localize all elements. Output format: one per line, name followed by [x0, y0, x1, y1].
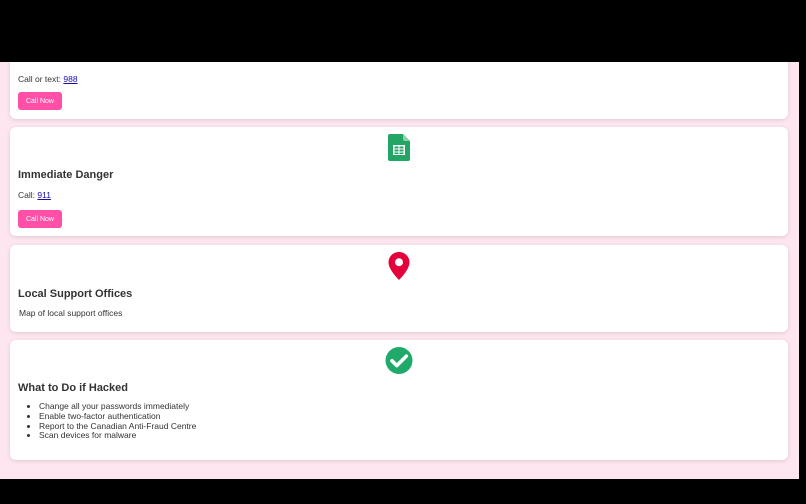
page-viewport: Call or text: 988 Call Now Immediate Dan… — [0, 62, 799, 479]
vertical-scrollbar[interactable] — [799, 62, 806, 479]
immediate-danger-card: Immediate Danger Call: 911 Call Now — [10, 127, 788, 236]
hacked-steps-list: Change all your passwords immediately En… — [18, 401, 196, 441]
map-pin-icon — [388, 252, 410, 280]
danger-call-now-button[interactable]: Call Now — [18, 210, 62, 228]
crisis-line-card: Call or text: 988 Call Now — [10, 62, 788, 119]
local-support-offices-card: Local Support Offices Map of local suppo… — [10, 245, 788, 332]
crisis-contact-prefix: Call or text: — [18, 74, 64, 84]
map-alt-text: Map of local support offices — [19, 308, 123, 318]
crisis-phone-link[interactable]: 988 — [63, 74, 77, 84]
crisis-contact-text: Call or text: 988 — [18, 74, 78, 84]
danger-contact-prefix: Call: — [18, 190, 38, 200]
checkmark-icon — [385, 347, 413, 374]
what-to-do-if-hacked-card: What to Do if Hacked Change all your pas… — [10, 340, 788, 460]
what-to-do-if-hacked-title: What to Do if Hacked — [18, 382, 129, 394]
immediate-danger-title: Immediate Danger — [18, 169, 114, 181]
danger-phone-link[interactable]: 911 — [37, 190, 51, 200]
list-item: Scan devices for malware — [39, 431, 196, 441]
support-offices-map-image: Map of local support offices — [18, 308, 122, 318]
spreadsheet-icon — [388, 134, 410, 161]
local-support-offices-title: Local Support Offices — [18, 288, 133, 300]
danger-contact-text: Call: 911 — [18, 190, 51, 200]
crisis-call-now-button[interactable]: Call Now — [18, 92, 62, 110]
